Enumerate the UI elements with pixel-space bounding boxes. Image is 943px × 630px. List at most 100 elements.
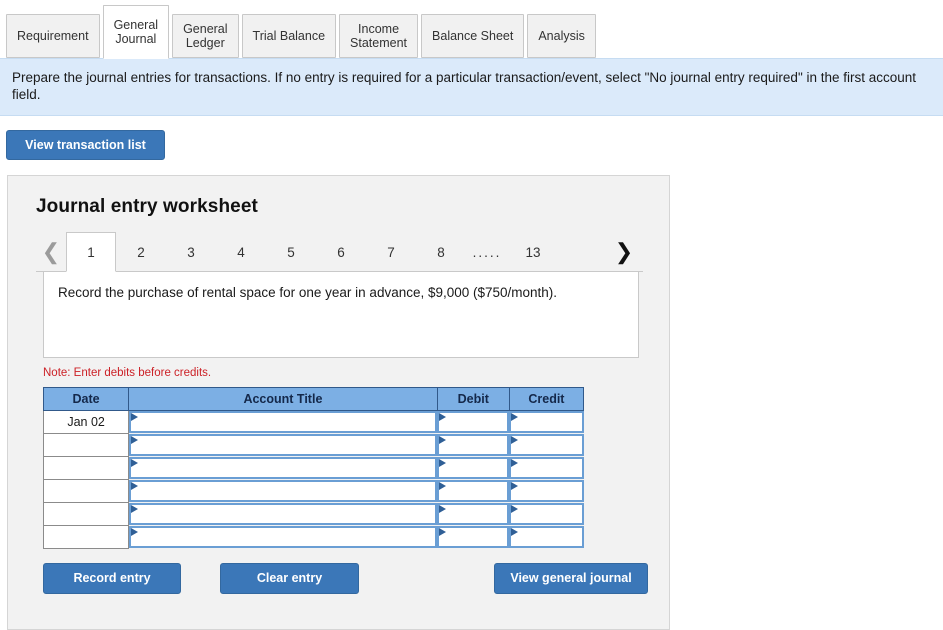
tab-trial-balance[interactable]: Trial Balance xyxy=(241,14,337,58)
credit-field[interactable] xyxy=(509,526,584,548)
account-title-field[interactable] xyxy=(129,411,438,434)
field-marker-icon xyxy=(439,459,447,467)
field-marker-icon xyxy=(439,482,447,490)
pager-page-7[interactable]: 7 xyxy=(366,232,416,271)
tab-general-journal[interactable]: General Journal xyxy=(102,5,170,59)
account-title-field[interactable] xyxy=(129,457,438,479)
debits-before-credits-note: Note: Enter debits before credits. xyxy=(43,367,212,379)
pager-page-3[interactable]: 3 xyxy=(166,232,216,271)
account-title-field[interactable] xyxy=(129,434,438,456)
credit-field-cell xyxy=(509,411,584,434)
chevron-left-icon[interactable]: ❮ xyxy=(36,232,66,271)
journal-entry-worksheet-panel: Journal entry worksheet ❮ 1 2 3 4 5 6 7 8..... 1… xyxy=(7,175,670,630)
credit-field[interactable] xyxy=(509,411,584,434)
toolbar: View transaction list xyxy=(0,116,943,160)
account-title-field-cell xyxy=(129,503,438,526)
credit-field-cell xyxy=(509,457,584,480)
debit-field[interactable] xyxy=(437,411,510,434)
column-header-credit: Credit xyxy=(508,387,585,411)
field-marker-icon xyxy=(511,505,519,513)
table-row: Jan 02 xyxy=(42,410,584,434)
date-cell: Jan 02 xyxy=(42,410,130,434)
pager-page-5[interactable]: 5 xyxy=(266,232,316,271)
credit-field-cell xyxy=(509,526,584,549)
debit-field-cell xyxy=(437,480,510,503)
debit-field-cell xyxy=(437,457,510,480)
tab-general-ledger[interactable]: General Ledger xyxy=(172,14,239,58)
chevron-right-icon[interactable]: ❯ xyxy=(609,232,639,271)
debit-field-cell xyxy=(437,526,510,549)
credit-field-cell xyxy=(509,480,584,503)
transaction-description: Record the purchase of rental space for … xyxy=(43,272,639,358)
tab-income-statement[interactable]: Income Statement xyxy=(339,14,419,58)
field-marker-icon xyxy=(511,413,519,422)
account-title-field-cell xyxy=(129,480,438,503)
field-marker-icon xyxy=(131,482,139,490)
worksheet-actions: Record entry Clear entry View general jo… xyxy=(43,563,648,595)
debit-field-cell xyxy=(437,434,510,457)
debit-field-cell xyxy=(437,411,510,434)
field-marker-icon xyxy=(439,436,447,444)
debit-field[interactable] xyxy=(437,480,510,502)
pager-page-list: 1 2 3 4 5 6 7 8..... 13 xyxy=(66,232,558,272)
account-title-field[interactable] xyxy=(129,503,438,525)
debit-field[interactable] xyxy=(437,434,510,456)
table-header-row: Date Account Title Debit Credit xyxy=(42,387,585,411)
clear-entry-button[interactable]: Clear entry xyxy=(220,563,359,594)
credit-field-cell xyxy=(509,434,584,457)
debit-field[interactable] xyxy=(437,457,510,479)
table-row xyxy=(42,479,584,503)
view-transaction-list-button[interactable]: View transaction list xyxy=(6,130,165,160)
table-row xyxy=(42,502,584,526)
account-title-field-cell xyxy=(129,457,438,480)
debit-field-cell xyxy=(437,503,510,526)
field-marker-icon xyxy=(131,528,139,536)
pager-page-1[interactable]: 1 xyxy=(66,232,116,272)
field-marker-icon xyxy=(439,505,447,513)
credit-field-cell xyxy=(509,503,584,526)
page-title: Journal entry worksheet xyxy=(36,196,258,217)
field-marker-icon xyxy=(131,436,139,444)
table-row xyxy=(42,525,584,549)
field-marker-icon xyxy=(511,436,519,444)
pager-page-4[interactable]: 4 xyxy=(216,232,266,271)
tab-balance-sheet[interactable]: Balance Sheet xyxy=(421,14,525,58)
journal-entry-table: Date Account Title Debit Credit Jan 02 xyxy=(42,387,585,549)
view-general-journal-button[interactable]: View general journal xyxy=(494,563,648,594)
field-marker-icon xyxy=(131,505,139,513)
credit-field[interactable] xyxy=(509,434,584,456)
tab-bar: Requirement General Journal General Ledger… xyxy=(0,0,943,59)
date-cell xyxy=(42,456,130,480)
table-row xyxy=(42,456,584,480)
record-entry-button[interactable]: Record entry xyxy=(43,563,181,594)
pager-page-8[interactable]: 8 xyxy=(416,232,466,271)
debit-field[interactable] xyxy=(437,526,510,548)
pager-page-2[interactable]: 2 xyxy=(116,232,166,271)
account-title-field[interactable] xyxy=(129,480,438,502)
account-title-field-cell xyxy=(129,434,438,457)
column-header-debit: Debit xyxy=(436,387,510,411)
field-marker-icon xyxy=(439,528,447,536)
pager-page-6[interactable]: 6 xyxy=(316,232,366,271)
tab-analysis[interactable]: Analysis xyxy=(527,14,596,58)
pager-page-last[interactable]: 13 xyxy=(508,232,558,271)
field-marker-icon xyxy=(511,459,519,467)
field-marker-icon xyxy=(131,413,139,422)
field-marker-icon xyxy=(511,528,519,536)
account-title-field-cell xyxy=(129,526,438,549)
date-cell xyxy=(42,525,130,549)
debit-field[interactable] xyxy=(437,503,510,525)
table-row xyxy=(42,433,584,457)
date-cell xyxy=(42,433,130,457)
field-marker-icon xyxy=(511,482,519,490)
date-cell xyxy=(42,502,130,526)
column-header-account-title: Account Title xyxy=(128,387,438,411)
pager-ellipsis: ..... xyxy=(472,244,502,260)
tab-requirement[interactable]: Requirement xyxy=(6,14,100,58)
account-title-field[interactable] xyxy=(129,526,438,548)
credit-field[interactable] xyxy=(509,457,584,479)
tab-list: Requirement General Journal General Ledger… xyxy=(0,0,943,59)
credit-field[interactable] xyxy=(509,480,584,502)
credit-field[interactable] xyxy=(509,503,584,525)
account-title-field-cell xyxy=(129,411,438,434)
